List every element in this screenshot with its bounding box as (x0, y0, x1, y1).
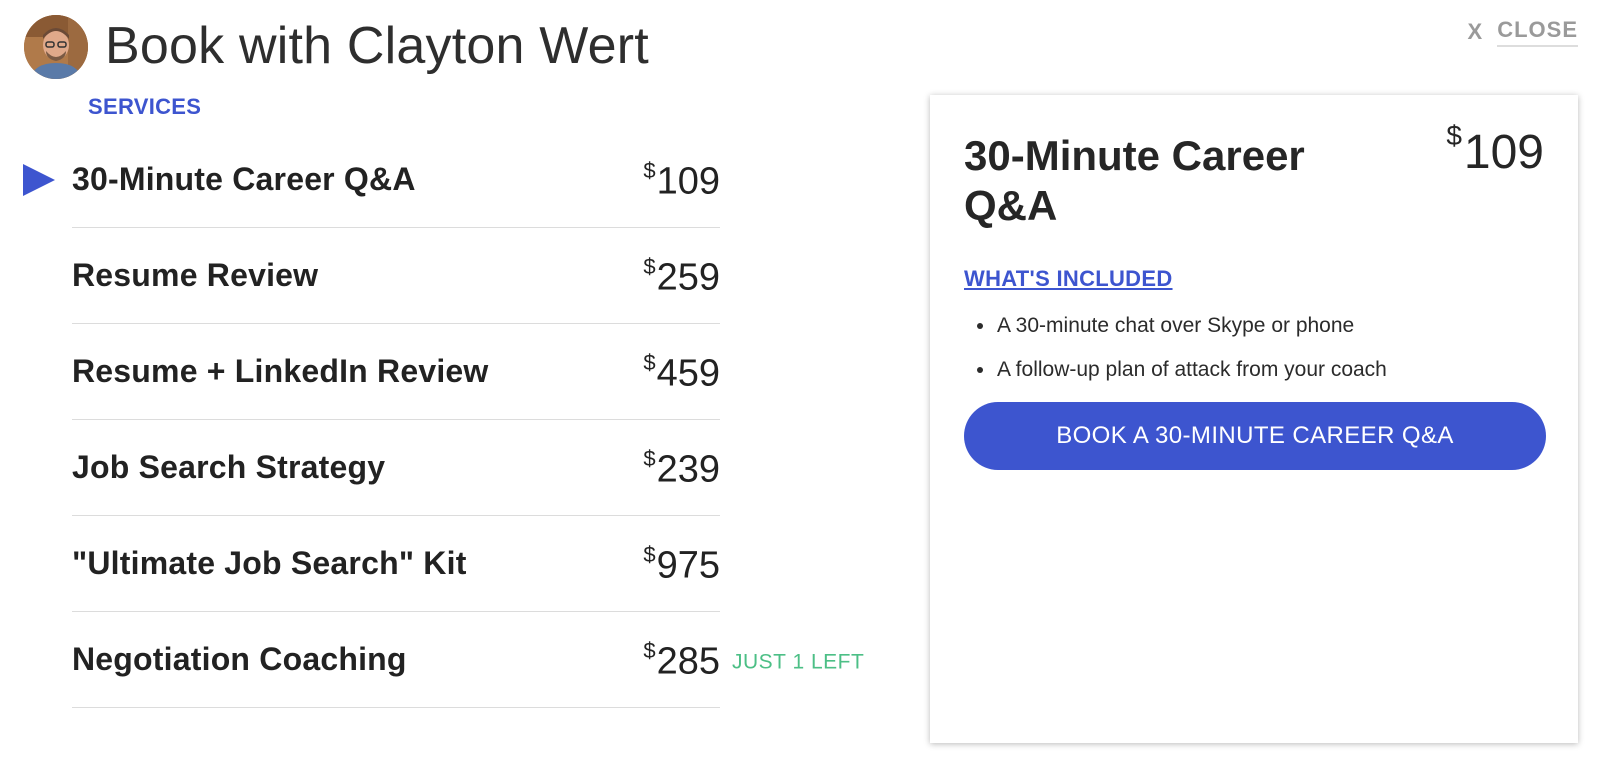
currency-symbol: $ (1446, 120, 1462, 151)
price-value: 975 (656, 544, 720, 587)
selected-arrow-icon (23, 163, 55, 196)
currency-symbol: $ (643, 637, 656, 663)
currency-symbol: $ (643, 445, 656, 471)
currency-symbol: $ (643, 349, 656, 375)
currency-symbol: $ (643, 541, 656, 567)
page-title: Book with Clayton Wert (105, 17, 649, 75)
close-label[interactable]: CLOSE (1497, 17, 1578, 47)
service-name[interactable]: Job Search Strategy (72, 449, 385, 486)
close-button[interactable]: X CLOSE (1468, 17, 1578, 47)
service-row-resume-linkedin-review[interactable]: Resume + LinkedIn Review $459 (72, 324, 720, 420)
price-value: 239 (656, 448, 720, 491)
included-item: A 30-minute chat over Skype or phone (964, 314, 1544, 338)
service-row-job-search-strategy[interactable]: Job Search Strategy $239 (72, 420, 720, 516)
detail-price: $109 (1446, 120, 1544, 180)
service-row-negotiation-coaching[interactable]: Negotiation Coaching $285 JUST 1 LEFT (72, 612, 864, 708)
close-icon[interactable]: X (1468, 19, 1484, 45)
service-detail-panel: 30-Minute Career Q&A $109 WHAT'S INCLUDE… (930, 95, 1578, 743)
service-name[interactable]: Resume Review (72, 257, 318, 294)
service-row-career-qa[interactable]: 30-Minute Career Q&A $109 (23, 132, 720, 228)
services-heading: SERVICES (88, 94, 202, 119)
service-name[interactable]: Negotiation Coaching (72, 641, 407, 678)
included-list: A 30-minute chat over Skype or phone A f… (964, 314, 1544, 382)
service-row-ultimate-kit[interactable]: "Ultimate Job Search" Kit $975 (72, 516, 720, 612)
booking-modal: Book with Clayton Wert X CLOSE SERVICES … (0, 0, 1600, 766)
service-price: $975 (643, 541, 720, 588)
service-price: $459 (643, 349, 720, 396)
services-list: 30-Minute Career Q&A $109 Resume Review … (23, 132, 864, 708)
price-value: 459 (656, 352, 720, 395)
price-value: 285 (656, 640, 720, 683)
price-value: 109 (656, 160, 720, 203)
book-button[interactable]: BOOK A 30-MINUTE CAREER Q&A (964, 402, 1546, 470)
service-name[interactable]: 30-Minute Career Q&A (72, 161, 416, 198)
service-price: $259 (643, 253, 720, 300)
coach-avatar (24, 15, 88, 79)
price-value: 109 (1463, 126, 1544, 179)
service-price: $109 (643, 157, 720, 204)
detail-header: 30-Minute Career Q&A $109 (964, 120, 1544, 231)
service-price: $239 (643, 445, 720, 492)
whats-included-link[interactable]: WHAT'S INCLUDED (964, 266, 1173, 292)
price-value: 259 (656, 256, 720, 299)
availability-badge: JUST 1 LEFT (732, 649, 865, 673)
service-row-resume-review[interactable]: Resume Review $259 (72, 228, 720, 324)
service-price: $285 (643, 637, 720, 684)
currency-symbol: $ (643, 157, 656, 183)
detail-title: 30-Minute Career Q&A (964, 132, 1305, 229)
currency-symbol: $ (643, 253, 656, 279)
service-name[interactable]: Resume + LinkedIn Review (72, 353, 489, 390)
included-item: A follow-up plan of attack from your coa… (964, 358, 1544, 382)
service-name[interactable]: "Ultimate Job Search" Kit (72, 545, 467, 582)
